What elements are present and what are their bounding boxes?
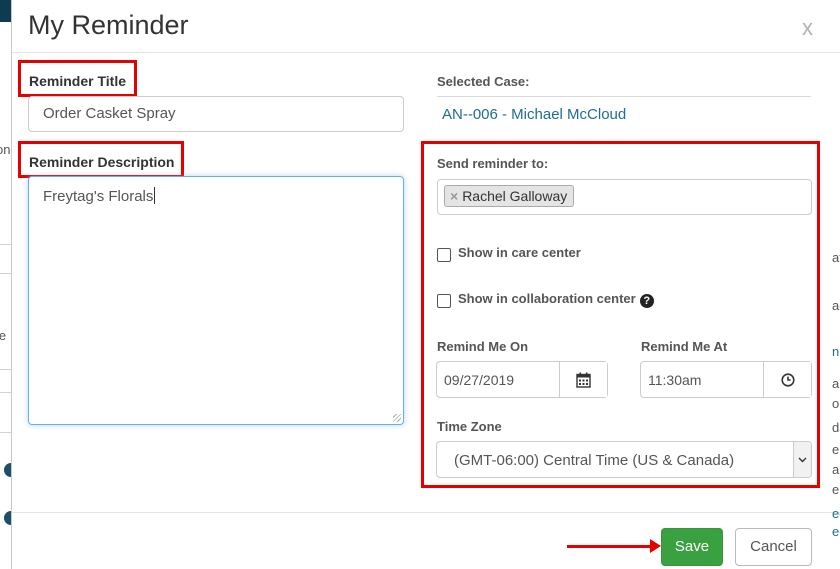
text-caret xyxy=(154,187,156,204)
recipients-multiselect[interactable]: × Rachel Galloway xyxy=(437,179,812,215)
remove-recipient-icon[interactable]: × xyxy=(450,188,458,204)
show-in-collaboration-center-label: Show in collaboration center? xyxy=(458,291,654,308)
reminder-description-textarea[interactable]: Freytag's Florals xyxy=(28,176,404,425)
time-zone-select[interactable]: (GMT-06:00) Central Time (US & Canada) xyxy=(436,441,812,478)
modal-title: My Reminder xyxy=(28,10,189,40)
background-text: ek xyxy=(832,442,840,457)
reminder-title-input[interactable]: Order Casket Spray xyxy=(28,96,404,132)
resize-handle-icon[interactable] xyxy=(393,414,401,422)
close-icon[interactable]: x xyxy=(802,15,813,41)
background-text: ar xyxy=(832,462,840,477)
background-link: n xyxy=(832,344,840,359)
background-text: ata xyxy=(832,250,840,265)
background-link: ed xyxy=(832,506,840,521)
background-text: da xyxy=(832,420,840,435)
annotation-arrow-head xyxy=(650,539,661,553)
selected-case-link[interactable]: AN--006 - Michael McCloud xyxy=(442,106,626,123)
show-in-collaboration-center-checkbox[interactable] xyxy=(437,294,451,308)
time-zone-label: Time Zone xyxy=(437,419,502,434)
calendar-icon xyxy=(576,372,591,388)
clock-button[interactable] xyxy=(763,362,811,397)
remind-me-at-label: Remind Me At xyxy=(641,339,728,354)
recipient-name: Rachel Galloway xyxy=(462,188,568,204)
save-button[interactable]: Save xyxy=(661,528,723,566)
recipient-tag: × Rachel Galloway xyxy=(444,185,575,207)
background-divider xyxy=(0,273,11,274)
background-divider xyxy=(0,369,11,370)
reminder-description-value: Freytag's Florals xyxy=(43,187,156,205)
annotation-highlight-description xyxy=(18,141,184,178)
cancel-button[interactable]: Cancel xyxy=(735,528,812,566)
dropdown-arrow xyxy=(798,457,807,462)
modal-header: My Reminder x xyxy=(12,0,840,53)
background-divider xyxy=(0,432,11,433)
background-text: ie xyxy=(0,328,7,343)
show-in-care-center-checkbox[interactable] xyxy=(437,248,451,262)
selected-case-divider xyxy=(437,96,811,97)
reminder-modal: My Reminder x Reminder Title Order Caske… xyxy=(11,0,840,569)
help-icon[interactable]: ? xyxy=(639,294,654,308)
selected-case-label: Selected Case: xyxy=(437,74,530,89)
chevron-down-icon[interactable] xyxy=(793,442,811,477)
background-text: or xyxy=(832,396,840,411)
modal-footer: Save Cancel xyxy=(12,512,840,569)
calendar-button[interactable] xyxy=(559,362,607,397)
background-link: ect xyxy=(832,524,840,539)
background-text: on xyxy=(0,142,11,157)
background-text: ag xyxy=(832,298,840,313)
remind-me-at-time-input[interactable]: 11:30am xyxy=(640,361,812,398)
annotation-highlight-title xyxy=(18,60,137,97)
remind-me-at-value: 11:30am xyxy=(648,372,702,388)
clock-icon xyxy=(780,372,795,387)
show-in-care-center-label: Show in care center xyxy=(458,245,581,260)
remind-me-on-value: 09/27/2019 xyxy=(444,372,515,388)
remind-me-on-label: Remind Me On xyxy=(437,339,529,354)
time-zone-value: (GMT-06:00) Central Time (US & Canada) xyxy=(454,452,735,469)
background-text: elo xyxy=(832,482,840,497)
background-divider xyxy=(0,392,11,393)
remind-me-on-date-input[interactable]: 09/27/2019 xyxy=(436,361,608,398)
background-divider xyxy=(0,244,11,245)
annotation-arrow xyxy=(567,545,655,548)
background-text: al xyxy=(832,376,840,391)
reminder-title-value: Order Casket Spray xyxy=(43,105,176,122)
send-reminder-to-label: Send reminder to: xyxy=(437,156,549,171)
